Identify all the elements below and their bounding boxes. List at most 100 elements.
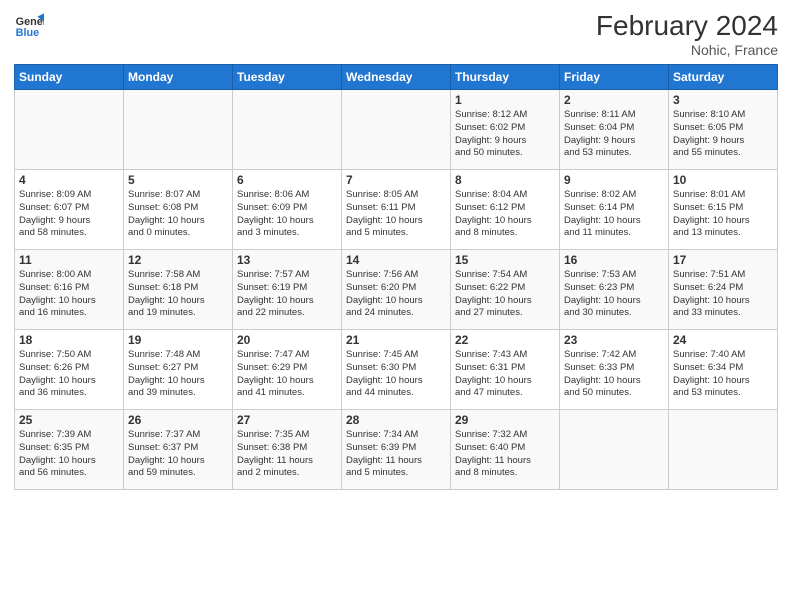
calendar-day-cell: 21 Sunrise: 7:45 AM Sunset: 6:30 PM Dayli… (342, 330, 451, 410)
logo-icon: General Blue (14, 10, 44, 40)
day-number: 25 (19, 413, 119, 427)
page: General Blue February 2024 Nohic, France… (0, 0, 792, 612)
day-info: Sunrise: 7:56 AM Sunset: 6:20 PM Dayligh… (346, 269, 446, 320)
day-number: 19 (128, 333, 228, 347)
calendar-day-cell: 26 Sunrise: 7:37 AM Sunset: 6:37 PM Dayli… (124, 410, 233, 490)
day-number: 24 (673, 333, 773, 347)
calendar-day-cell: 18Sunrise: 7:50 AM Sunset: 6:26 PM Dayli… (15, 330, 124, 410)
day-info: Sunrise: 7:54 AM Sunset: 6:22 PM Dayligh… (455, 269, 555, 320)
day-info: Sunrise: 8:05 AM Sunset: 6:11 PM Dayligh… (346, 189, 446, 240)
calendar-day-cell: 23 Sunrise: 7:42 AM Sunset: 6:33 PM Dayli… (560, 330, 669, 410)
day-info: Sunrise: 8:01 AM Sunset: 6:15 PM Dayligh… (673, 189, 773, 240)
day-number: 6 (237, 173, 337, 187)
day-info: Sunrise: 7:37 AM Sunset: 6:37 PM Dayligh… (128, 429, 228, 480)
calendar-day-cell: 19 Sunrise: 7:48 AM Sunset: 6:27 PM Dayli… (124, 330, 233, 410)
day-info: Sunrise: 8:09 AM Sunset: 6:07 PM Dayligh… (19, 189, 119, 240)
day-info: Sunrise: 7:40 AM Sunset: 6:34 PM Dayligh… (673, 349, 773, 400)
day-info: Sunrise: 7:58 AM Sunset: 6:18 PM Dayligh… (128, 269, 228, 320)
day-number: 23 (564, 333, 664, 347)
day-number: 1 (455, 93, 555, 107)
day-info: Sunrise: 8:11 AM Sunset: 6:04 PM Dayligh… (564, 109, 664, 160)
calendar-week-row: 11 Sunrise: 8:00 AM Sunset: 6:16 PM Dayli… (15, 250, 778, 330)
day-info: Sunrise: 8:06 AM Sunset: 6:09 PM Dayligh… (237, 189, 337, 240)
calendar-day-cell: 29 Sunrise: 7:32 AM Sunset: 6:40 PM Dayli… (451, 410, 560, 490)
day-number: 5 (128, 173, 228, 187)
calendar-table: SundayMondayTuesdayWednesdayThursdayFrid… (14, 64, 778, 490)
day-info: Sunrise: 7:32 AM Sunset: 6:40 PM Dayligh… (455, 429, 555, 480)
day-of-week-header: Tuesday (233, 65, 342, 90)
day-number: 16 (564, 253, 664, 267)
day-number: 26 (128, 413, 228, 427)
calendar-day-cell: 4 Sunrise: 8:09 AM Sunset: 6:07 PM Daylig… (15, 170, 124, 250)
day-info: Sunrise: 7:45 AM Sunset: 6:30 PM Dayligh… (346, 349, 446, 400)
day-info: Sunrise: 8:07 AM Sunset: 6:08 PM Dayligh… (128, 189, 228, 240)
day-info: Sunrise: 7:51 AM Sunset: 6:24 PM Dayligh… (673, 269, 773, 320)
day-number: 29 (455, 413, 555, 427)
day-number: 28 (346, 413, 446, 427)
day-number: 2 (564, 93, 664, 107)
calendar-day-cell: 27 Sunrise: 7:35 AM Sunset: 6:38 PM Dayli… (233, 410, 342, 490)
day-number: 17 (673, 253, 773, 267)
day-number: 13 (237, 253, 337, 267)
calendar-day-cell: 16 Sunrise: 7:53 AM Sunset: 6:23 PM Dayli… (560, 250, 669, 330)
calendar-day-cell: 2 Sunrise: 8:11 AM Sunset: 6:04 PM Daylig… (560, 90, 669, 170)
day-number: 21 (346, 333, 446, 347)
day-info: Sunrise: 7:43 AM Sunset: 6:31 PM Dayligh… (455, 349, 555, 400)
calendar-day-cell (124, 90, 233, 170)
calendar-day-cell (560, 410, 669, 490)
calendar-day-cell: 9Sunrise: 8:02 AM Sunset: 6:14 PM Daylig… (560, 170, 669, 250)
calendar-day-cell: 24 Sunrise: 7:40 AM Sunset: 6:34 PM Dayli… (669, 330, 778, 410)
day-info: Sunrise: 8:04 AM Sunset: 6:12 PM Dayligh… (455, 189, 555, 240)
day-of-week-header: Friday (560, 65, 669, 90)
day-info: Sunrise: 7:35 AM Sunset: 6:38 PM Dayligh… (237, 429, 337, 480)
day-number: 14 (346, 253, 446, 267)
day-number: 15 (455, 253, 555, 267)
calendar-day-cell: 17 Sunrise: 7:51 AM Sunset: 6:24 PM Dayli… (669, 250, 778, 330)
calendar-day-cell: 20 Sunrise: 7:47 AM Sunset: 6:29 PM Dayli… (233, 330, 342, 410)
day-number: 10 (673, 173, 773, 187)
calendar-day-cell: 10 Sunrise: 8:01 AM Sunset: 6:15 PM Dayli… (669, 170, 778, 250)
calendar-day-cell: 7Sunrise: 8:05 AM Sunset: 6:11 PM Daylig… (342, 170, 451, 250)
day-info: Sunrise: 7:53 AM Sunset: 6:23 PM Dayligh… (564, 269, 664, 320)
day-of-week-header: Saturday (669, 65, 778, 90)
day-info: Sunrise: 7:34 AM Sunset: 6:39 PM Dayligh… (346, 429, 446, 480)
calendar-day-cell: 8 Sunrise: 8:04 AM Sunset: 6:12 PM Daylig… (451, 170, 560, 250)
header: General Blue February 2024 Nohic, France (14, 10, 778, 58)
day-number: 9 (564, 173, 664, 187)
calendar-day-cell (15, 90, 124, 170)
calendar-week-row: 4 Sunrise: 8:09 AM Sunset: 6:07 PM Daylig… (15, 170, 778, 250)
day-number: 4 (19, 173, 119, 187)
day-number: 12 (128, 253, 228, 267)
calendar-week-row: 25Sunrise: 7:39 AM Sunset: 6:35 PM Dayli… (15, 410, 778, 490)
day-number: 11 (19, 253, 119, 267)
calendar-day-cell: 12 Sunrise: 7:58 AM Sunset: 6:18 PM Dayli… (124, 250, 233, 330)
calendar-day-cell (233, 90, 342, 170)
calendar-week-row: 1Sunrise: 8:12 AM Sunset: 6:02 PM Daylig… (15, 90, 778, 170)
calendar-week-row: 18Sunrise: 7:50 AM Sunset: 6:26 PM Dayli… (15, 330, 778, 410)
logo: General Blue (14, 10, 44, 40)
calendar-day-cell: 25Sunrise: 7:39 AM Sunset: 6:35 PM Dayli… (15, 410, 124, 490)
calendar-day-cell: 28 Sunrise: 7:34 AM Sunset: 6:39 PM Dayli… (342, 410, 451, 490)
day-info: Sunrise: 7:47 AM Sunset: 6:29 PM Dayligh… (237, 349, 337, 400)
calendar-body: 1Sunrise: 8:12 AM Sunset: 6:02 PM Daylig… (15, 90, 778, 490)
day-info: Sunrise: 8:10 AM Sunset: 6:05 PM Dayligh… (673, 109, 773, 160)
day-info: Sunrise: 7:48 AM Sunset: 6:27 PM Dayligh… (128, 349, 228, 400)
title-block: February 2024 Nohic, France (596, 10, 778, 58)
day-info: Sunrise: 8:00 AM Sunset: 6:16 PM Dayligh… (19, 269, 119, 320)
calendar-day-cell: 11 Sunrise: 8:00 AM Sunset: 6:16 PM Dayli… (15, 250, 124, 330)
location: Nohic, France (596, 42, 778, 58)
day-number: 27 (237, 413, 337, 427)
day-info: Sunrise: 7:42 AM Sunset: 6:33 PM Dayligh… (564, 349, 664, 400)
day-of-week-header: Sunday (15, 65, 124, 90)
calendar-day-cell: 13Sunrise: 7:57 AM Sunset: 6:19 PM Dayli… (233, 250, 342, 330)
calendar-day-cell: 14 Sunrise: 7:56 AM Sunset: 6:20 PM Dayli… (342, 250, 451, 330)
calendar-day-cell: 5 Sunrise: 8:07 AM Sunset: 6:08 PM Daylig… (124, 170, 233, 250)
day-number: 3 (673, 93, 773, 107)
day-number: 20 (237, 333, 337, 347)
day-of-week-header: Monday (124, 65, 233, 90)
calendar-day-cell: 6 Sunrise: 8:06 AM Sunset: 6:09 PM Daylig… (233, 170, 342, 250)
day-of-week-header: Wednesday (342, 65, 451, 90)
day-number: 8 (455, 173, 555, 187)
day-of-week-header: Thursday (451, 65, 560, 90)
calendar-day-cell: 3 Sunrise: 8:10 AM Sunset: 6:05 PM Daylig… (669, 90, 778, 170)
